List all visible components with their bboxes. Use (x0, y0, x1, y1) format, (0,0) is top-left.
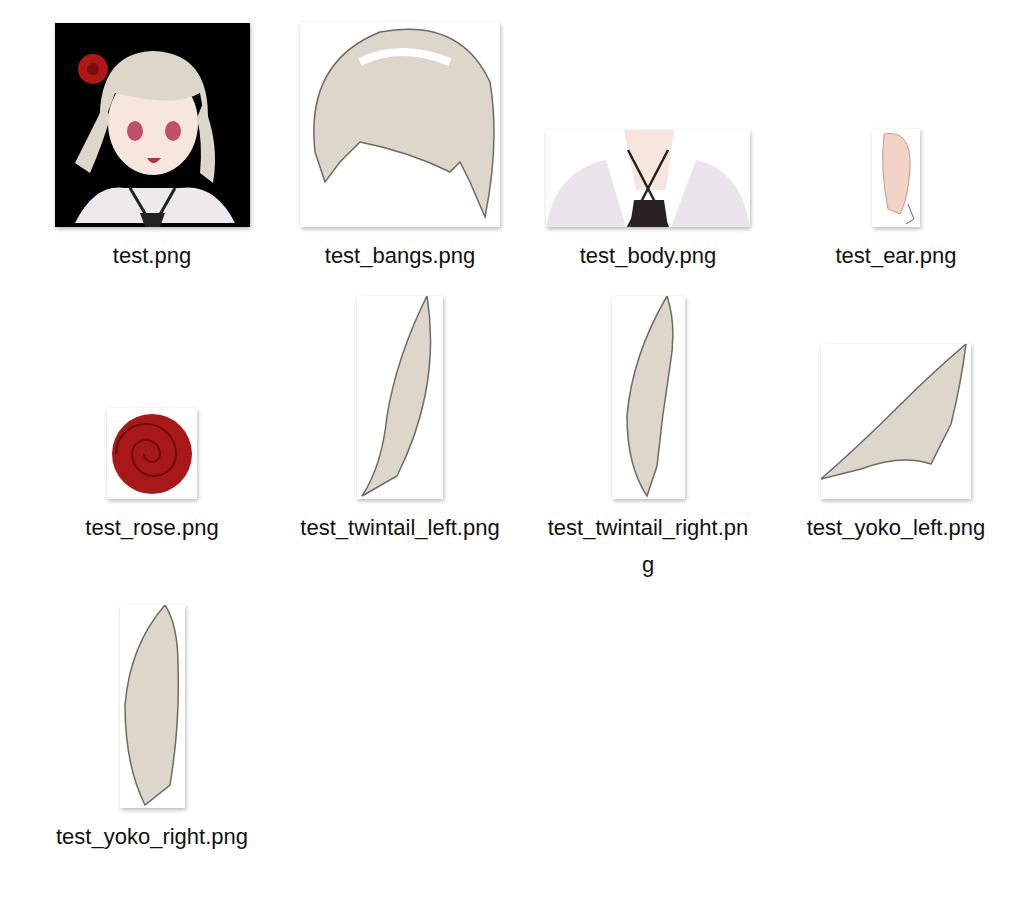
file-item[interactable]: test_bangs.png (276, 20, 524, 278)
thumbnail-box (538, 292, 758, 499)
thumbnail-box (786, 20, 1006, 227)
image-thumbnail-icon[interactable] (872, 129, 920, 227)
file-name[interactable]: test_rose.png (49, 499, 255, 550)
image-thumbnail-icon[interactable] (120, 605, 185, 808)
image-thumbnail-icon[interactable] (821, 344, 971, 499)
thumbnail-box (42, 292, 262, 499)
file-name[interactable]: test_body.png (545, 227, 751, 278)
thumbnail-box (42, 601, 262, 808)
image-thumbnail-icon[interactable] (612, 296, 685, 499)
file-name[interactable]: test_twintail_right.png (545, 499, 751, 587)
file-grid: test.png test_bangs.png test_body.png test_… (0, 0, 1010, 859)
file-item[interactable]: test_ear.png (772, 20, 1010, 278)
thumbnail-box (42, 20, 262, 227)
file-item[interactable]: test_yoko_right.png (28, 601, 276, 859)
file-name[interactable]: test.png (49, 227, 255, 278)
file-name[interactable]: test_twintail_left.png (297, 499, 503, 550)
thumbnail-box (786, 292, 1006, 499)
file-item[interactable]: test_yoko_left.png (772, 292, 1010, 587)
file-item[interactable]: test_body.png (524, 20, 772, 278)
image-thumbnail-icon[interactable] (357, 296, 443, 499)
thumbnail-box (538, 20, 758, 227)
image-thumbnail-icon[interactable] (55, 23, 250, 227)
file-name[interactable]: test_yoko_left.png (793, 499, 999, 550)
image-thumbnail-icon[interactable] (546, 130, 750, 227)
file-item[interactable]: test_rose.png (28, 292, 276, 587)
thumbnail-box (290, 292, 510, 499)
file-name[interactable]: test_bangs.png (297, 227, 503, 278)
image-thumbnail-icon[interactable] (300, 22, 500, 227)
file-name[interactable]: test_yoko_right.png (49, 808, 255, 859)
thumbnail-box (290, 20, 510, 227)
file-item[interactable]: test_twintail_right.png (524, 292, 772, 587)
file-name[interactable]: test_ear.png (793, 227, 999, 278)
file-item[interactable]: test.png (28, 20, 276, 278)
file-item[interactable]: test_twintail_left.png (276, 292, 524, 587)
image-thumbnail-icon[interactable] (107, 408, 197, 499)
